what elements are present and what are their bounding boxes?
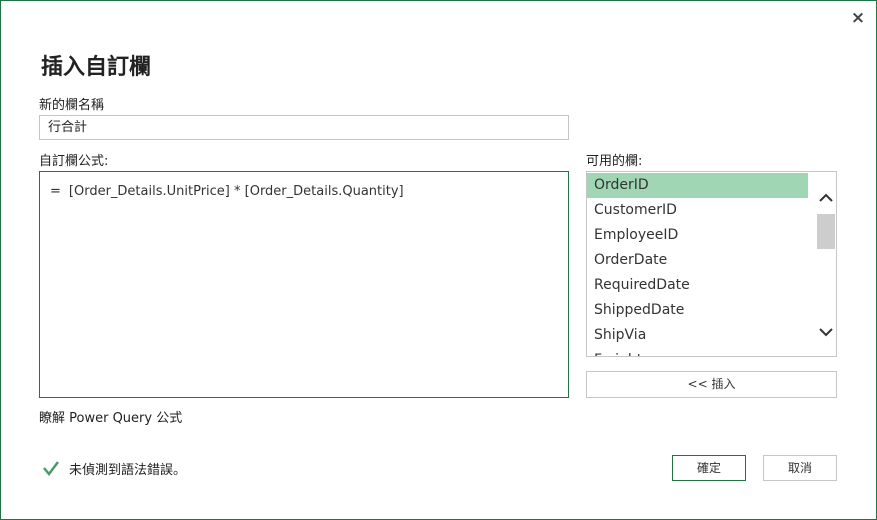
formula-text: [Order_Details.UnitPrice] * [Order_Detai… xyxy=(68,184,404,199)
available-columns-label: 可用的欄: xyxy=(586,154,643,169)
syntax-status: 未偵測到語法錯誤。 xyxy=(41,457,186,479)
scroll-thumb[interactable] xyxy=(817,214,835,249)
learn-power-query-link[interactable]: 瞭解 Power Query 公式 xyxy=(39,407,182,426)
chevron-down-icon xyxy=(819,328,833,337)
close-icon: × xyxy=(850,8,866,28)
scroll-down-button[interactable] xyxy=(816,322,836,342)
new-column-name-input[interactable]: 行合計 xyxy=(39,115,569,140)
column-item-orderid[interactable]: OrderID xyxy=(587,173,808,198)
column-item-freight[interactable]: Freight xyxy=(587,348,808,356)
insert-column-button[interactable]: << 插入 xyxy=(586,371,837,398)
column-item-shipvia[interactable]: ShipVia xyxy=(587,323,808,348)
close-button[interactable]: × xyxy=(847,7,869,29)
new-column-name-value: 行合計 xyxy=(48,120,88,135)
custom-formula-editor[interactable]: = [Order_Details.UnitPrice] * [Order_Deta… xyxy=(39,171,569,398)
column-item-orderdate[interactable]: OrderDate xyxy=(587,248,808,273)
column-item-shippeddate[interactable]: ShippedDate xyxy=(587,298,808,323)
column-item-employeeid[interactable]: EmployeeID xyxy=(587,223,808,248)
custom-formula-label: 自訂欄公式: xyxy=(39,154,109,169)
check-icon xyxy=(43,461,59,477)
columns-scrollbar[interactable] xyxy=(816,172,836,356)
new-column-name-label: 新的欄名稱 xyxy=(39,98,105,113)
column-item-requireddate[interactable]: RequiredDate xyxy=(587,273,808,298)
insert-custom-column-dialog: × 插入自訂欄 新的欄名稱 行合計 自訂欄公式: = [Order_Details… xyxy=(0,0,877,520)
column-item-customerid[interactable]: CustomerID xyxy=(587,198,808,223)
scroll-up-button[interactable] xyxy=(816,188,836,208)
dialog-title: 插入自訂欄 xyxy=(41,55,152,80)
available-columns-items: OrderID CustomerID EmployeeID OrderDate … xyxy=(587,173,808,356)
formula-equals-sign: = xyxy=(50,184,61,199)
syntax-status-text: 未偵測到語法錯誤。 xyxy=(69,462,187,478)
chevron-up-icon xyxy=(819,193,833,202)
available-columns-list[interactable]: OrderID CustomerID EmployeeID OrderDate … xyxy=(586,171,837,357)
cancel-button[interactable]: 取消 xyxy=(763,455,837,481)
ok-button[interactable]: 確定 xyxy=(672,455,746,481)
